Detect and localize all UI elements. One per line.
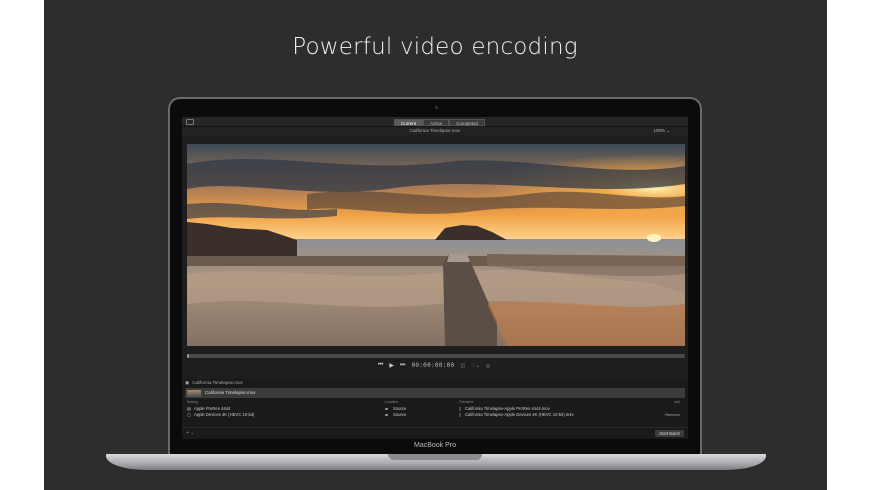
bottom-bar: + ⌄ Start Batch [182,427,688,437]
page-headline: Powerful video encoding [292,34,578,60]
folder-icon: ▰ [385,412,389,417]
timecode: 00:00:00:00 [411,362,455,369]
loop-icon[interactable]: ◎ [486,363,490,369]
column-setting: Setting [187,400,198,404]
film-icon: ▣ [185,380,190,385]
app-window: Current Active Completed California Time… [182,117,688,439]
output-setting: Apple Devices 4K (HEVC 10-bit) [194,412,255,417]
remove-output-button[interactable]: Remove [665,412,680,418]
add-output-link[interactable]: add [674,400,680,405]
timeline-scrubber[interactable] [187,354,685,358]
source-label: California Timelapse.mov [192,380,243,385]
tab-current[interactable]: Current [394,119,424,126]
start-batch-button[interactable]: Start Batch [655,430,684,437]
output-row[interactable]: ▢ Apple Devices 4K (HEVC 10-bit) ▰ Sourc… [187,412,683,418]
zoom-select[interactable]: 100% ⌄ [653,127,670,135]
marker-icon[interactable]: ♡⌄ [471,363,480,369]
batch-queue: ▣ California Timelapse.mov California Ti… [182,379,688,439]
view-segmented-control: Current Active Completed [394,119,486,126]
in-out-icon[interactable]: ◫ [460,363,465,369]
device-label: MacBook Pro [413,442,457,449]
playback-controls: ⏮ ▶ ⏭ 00:00:00:00 ◫ ♡⌄ ◎ [378,362,490,369]
laptop-opening-notch [388,454,482,460]
play-icon[interactable]: ▶ [389,362,394,369]
chevron-down-icon: ⌄ [666,128,670,133]
output-location[interactable]: Source [393,412,406,418]
zoom-value: 100% [653,128,665,133]
skip-back-icon[interactable]: ⏮ [378,362,383,369]
scrubber-progress [187,354,189,358]
output-columns-header: Setting Location Filename add [187,400,683,405]
file-title: California Timelapse.mov [182,127,688,135]
job-label: California Timelapse.mov [205,390,256,395]
tab-active[interactable]: Active [423,119,450,126]
video-preview [187,144,685,346]
sunset-seascape-image [187,144,685,346]
job-row[interactable]: California Timelapse.mov [185,388,685,398]
job-thumbnail [187,389,201,397]
toolbar: Current Active Completed [182,117,688,127]
laptop-lid: Current Active Completed California Time… [168,97,702,454]
add-job-button[interactable]: + ⌄ [186,430,195,436]
column-filename: Filename [459,400,474,404]
source-row[interactable]: ▣ California Timelapse.mov [185,379,243,386]
camera-icon [435,106,438,109]
tab-completed[interactable]: Completed [449,119,486,126]
output-filename: California Timelapse-Apple Devices 4K (H… [465,412,574,417]
column-location: Location [385,400,399,404]
device-icon: ▢ [187,412,191,417]
skip-forward-icon[interactable]: ⏭ [400,362,405,369]
file-icon: ▯ [459,412,462,417]
sidebar-toggle-icon[interactable] [186,119,194,125]
